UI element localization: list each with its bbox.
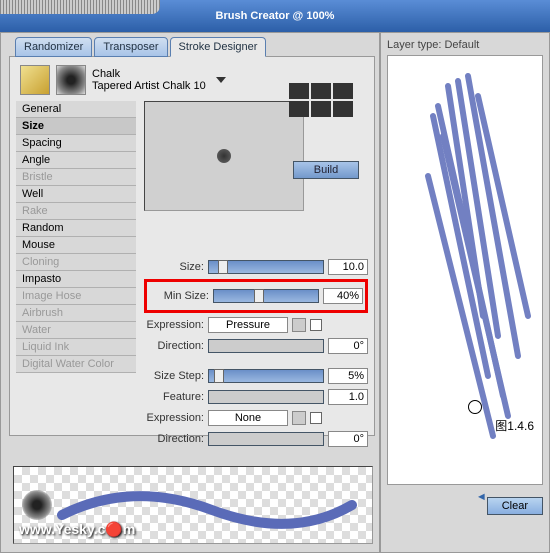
tab-randomizer[interactable]: Randomizer (15, 37, 92, 57)
watermark: www.Yesky.c🔴m (19, 521, 135, 538)
category-water: Water (16, 322, 136, 339)
category-well[interactable]: Well (16, 186, 136, 203)
category-angle[interactable]: Angle (16, 152, 136, 169)
brush-variant: Tapered Artist Chalk 10 (92, 80, 206, 92)
feature-row: Feature: 1.0 (144, 388, 368, 406)
category-cloning: Cloning (16, 254, 136, 271)
left-panel: Randomizer Transposer Stroke Designer Ch… (0, 32, 380, 553)
category-general[interactable]: General (16, 101, 136, 118)
stroke-dot (22, 490, 52, 520)
brush-name: Chalk (92, 68, 206, 80)
sizestep-slider[interactable] (208, 369, 324, 383)
ruler-decoration (0, 0, 160, 14)
dropdown-icon[interactable] (216, 77, 226, 83)
window-title: Brush Creator @ 100% (216, 10, 335, 22)
direction2-slider (208, 432, 324, 446)
brush-variant-icon[interactable] (56, 65, 86, 95)
sizestep-row: Size Step: 5% (144, 367, 368, 385)
expression1-arrow[interactable] (292, 318, 306, 332)
category-rake: Rake (16, 203, 136, 220)
tip-dot (217, 149, 231, 163)
sizestep-label: Size Step: (144, 370, 204, 382)
expression1-invert[interactable] (310, 319, 322, 331)
brush-category-icon[interactable] (20, 65, 50, 95)
minsize-value[interactable]: 40% (323, 288, 363, 304)
direction2-label: Direction: (144, 433, 204, 445)
feature-label: Feature: (144, 391, 204, 403)
tip-preview (144, 101, 304, 211)
expression2-label: Expression: (144, 412, 204, 424)
expression1-row: Expression: Pressure (144, 316, 368, 334)
layer-type-label: Layer type: Default (387, 39, 543, 51)
right-panel: Layer type: Default 图1.4.6 ◄ Clear (380, 32, 550, 553)
category-mouse[interactable]: Mouse (16, 237, 136, 254)
category-image-hose: Image Hose (16, 288, 136, 305)
settings-column: Build Size: 10.0 Min Size: 40% (144, 101, 368, 451)
tab-transposer[interactable]: Transposer (94, 37, 167, 57)
expression2-invert[interactable] (310, 412, 322, 424)
minsize-slider[interactable] (213, 289, 319, 303)
direction1-label: Direction: (144, 340, 204, 352)
minsize-highlight: Min Size: 40% (144, 279, 368, 313)
size-label: Size: (144, 261, 204, 273)
expression2-select[interactable]: None (208, 410, 288, 426)
size-value[interactable]: 10.0 (328, 259, 368, 275)
direction1-row: Direction: 0° (144, 337, 368, 355)
expression2-row: Expression: None (144, 409, 368, 427)
preview-canvas[interactable]: 图1.4.6 (387, 55, 543, 485)
cursor-circle (468, 400, 482, 414)
title-bar: Brush Creator @ 100% (0, 0, 550, 32)
build-button[interactable]: Build (293, 161, 359, 179)
category-digital-water-color: Digital Water Color (16, 356, 136, 373)
main-area: Randomizer Transposer Stroke Designer Ch… (0, 32, 550, 553)
category-list: GeneralSizeSpacingAngleBristleWellRakeRa… (16, 101, 136, 451)
figure-label: 图1.4.6 (495, 417, 534, 434)
tip-shapes[interactable] (289, 83, 359, 117)
category-impasto[interactable]: Impasto (16, 271, 136, 288)
expression2-arrow[interactable] (292, 411, 306, 425)
category-liquid-ink: Liquid Ink (16, 339, 136, 356)
category-random[interactable]: Random (16, 220, 136, 237)
tab-bar: Randomizer Transposer Stroke Designer (15, 37, 375, 57)
category-bristle: Bristle (16, 169, 136, 186)
minsize-row: Min Size: 40% (149, 287, 363, 305)
size-row: Size: 10.0 (144, 258, 368, 276)
category-spacing[interactable]: Spacing (16, 135, 136, 152)
category-size[interactable]: Size (16, 118, 136, 135)
size-slider[interactable] (208, 260, 324, 274)
direction1-value[interactable]: 0° (328, 338, 368, 354)
tab-stroke-designer[interactable]: Stroke Designer (170, 37, 267, 57)
feature-slider (208, 390, 324, 404)
clear-button[interactable]: Clear (487, 497, 543, 515)
minsize-label: Min Size: (149, 290, 209, 302)
direction1-slider (208, 339, 324, 353)
expression1-select[interactable]: Pressure (208, 317, 288, 333)
category-airbrush: Airbrush (16, 305, 136, 322)
sizestep-value[interactable]: 5% (328, 368, 368, 384)
direction2-value[interactable]: 0° (328, 431, 368, 447)
tab-body: Chalk Tapered Artist Chalk 10 GeneralSiz… (9, 56, 375, 436)
direction2-row: Direction: 0° (144, 430, 368, 448)
expression1-label: Expression: (144, 319, 204, 331)
feature-value[interactable]: 1.0 (328, 389, 368, 405)
